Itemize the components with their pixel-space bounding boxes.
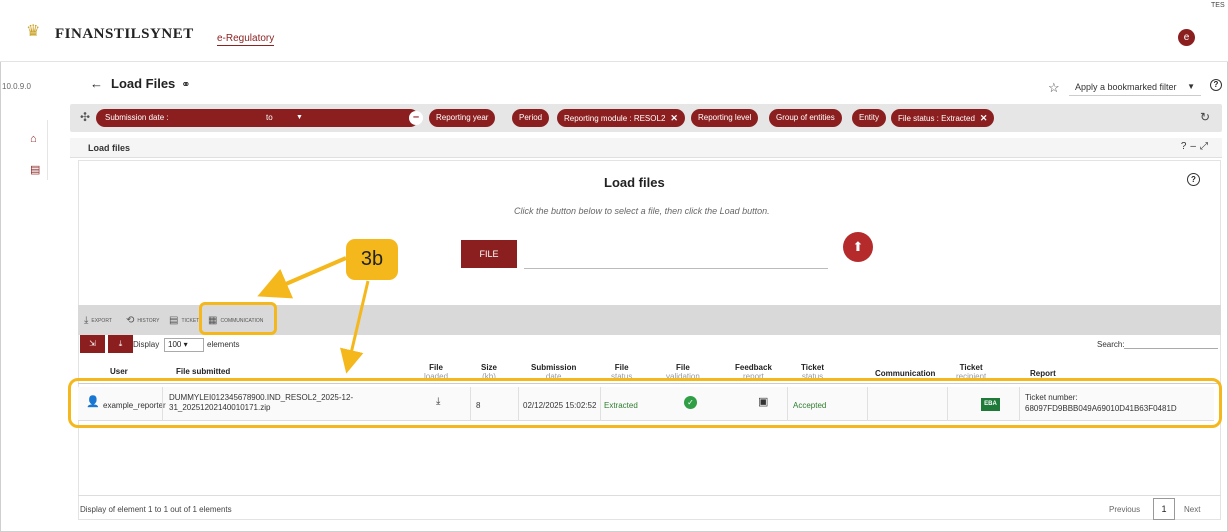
annotation-callout: 3b [346, 239, 398, 280]
annotation-arrows [257, 256, 370, 374]
arrow-to-communication [257, 256, 347, 299]
arrow-to-row [340, 280, 370, 374]
